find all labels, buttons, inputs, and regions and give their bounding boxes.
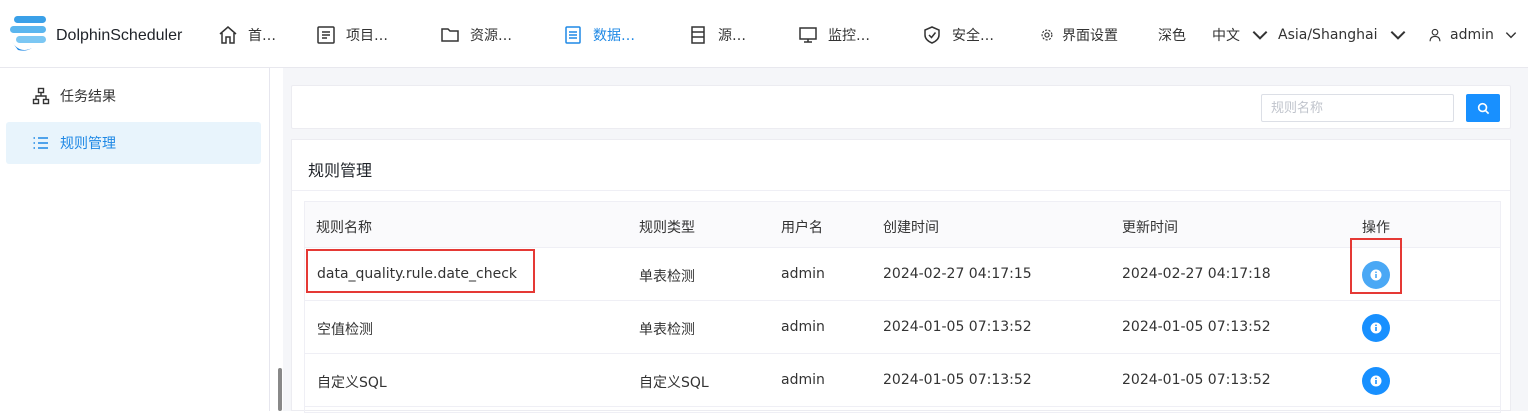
table-row: 自定义SQL 自定义SQL admin 2024-01-05 07:13:52 … <box>305 354 1500 407</box>
column-header-create-time: 创建时间 <box>883 220 939 236</box>
rule-name-search-input[interactable] <box>1261 94 1454 122</box>
column-header-operation: 操作 <box>1362 220 1390 236</box>
rule-table: 规则名称 规则类型 用户名 创建时间 更新时间 操作 data_quality.… <box>304 201 1501 413</box>
column-header-rule-name: 规则名称 <box>316 220 372 236</box>
username-cell: admin <box>781 319 825 335</box>
sidebar-scrollbar[interactable] <box>278 368 282 411</box>
nav-project-label: 项目… <box>346 28 388 44</box>
nav-home[interactable]: 首… <box>218 22 276 48</box>
rule-type-cell: 单表检测 <box>639 269 695 285</box>
rule-name-cell: 自定义SQL <box>317 375 387 391</box>
nav-project[interactable]: 项目… <box>316 22 388 48</box>
ui-settings-label: 界面设置 <box>1062 28 1118 44</box>
chevron-down-icon <box>1505 32 1517 39</box>
nav-monitor[interactable]: 监控… <box>798 22 870 48</box>
column-header-username: 用户名 <box>781 220 823 236</box>
nav-datasource-label: 源… <box>718 28 746 44</box>
shield-icon <box>924 26 940 44</box>
update-time-cell: 2024-01-05 07:13:52 <box>1122 319 1271 335</box>
monitor-icon <box>799 27 817 43</box>
column-header-rule-type: 规则类型 <box>639 220 695 236</box>
nav-security[interactable]: 安全… <box>922 22 994 48</box>
sidebar-item-label: 任务结果 <box>60 89 116 105</box>
timezone-label: Asia/Shanghai <box>1278 27 1378 43</box>
update-time-cell: 2024-01-05 07:13:52 <box>1122 372 1271 388</box>
main-content: 规则管理 规则名称 规则类型 用户名 创建时间 更新时间 操作 data_qua… <box>283 68 1528 413</box>
language-label: 中文 <box>1212 28 1240 44</box>
chevron-down-icon <box>1390 30 1405 40</box>
view-detail-button[interactable] <box>1362 367 1390 395</box>
theme-toggle[interactable]: 深色 <box>1158 22 1186 48</box>
nav-resource-label: 资源… <box>470 28 512 44</box>
nav-home-label: 首… <box>248 28 276 44</box>
user-name: admin <box>1450 27 1494 43</box>
user-icon <box>1429 28 1441 42</box>
info-icon <box>1370 375 1382 387</box>
table-row: 空值检测 单表检测 admin 2024-01-05 07:13:52 2024… <box>305 301 1500 354</box>
highlight-box-detail-button <box>1350 238 1402 294</box>
create-time-cell: 2024-01-05 07:13:52 <box>883 372 1032 388</box>
nav-data-quality[interactable]: 数据… <box>563 22 635 48</box>
sitemap-icon <box>32 87 50 105</box>
app-name: DolphinScheduler <box>56 27 183 44</box>
highlight-box-rule-name <box>306 249 535 293</box>
username-cell: admin <box>781 266 825 282</box>
update-time-cell: 2024-02-27 04:17:18 <box>1122 266 1271 282</box>
home-icon <box>219 26 237 44</box>
nav-security-label: 安全… <box>952 28 994 44</box>
table-header: 规则名称 规则类型 用户名 创建时间 更新时间 操作 <box>305 202 1500 248</box>
nav-ui-settings[interactable]: 界面设置 <box>1040 22 1118 48</box>
username-cell: admin <box>781 372 825 388</box>
search-icon <box>1477 102 1489 114</box>
view-detail-button[interactable] <box>1362 314 1390 342</box>
create-time-cell: 2024-01-05 07:13:52 <box>883 319 1032 335</box>
rule-name-cell: 空值检测 <box>317 322 373 338</box>
user-menu[interactable]: admin <box>1428 22 1526 48</box>
sidebar-item-label: 规则管理 <box>60 136 116 152</box>
sidebar-item-rule-management[interactable]: 规则管理 <box>6 122 261 164</box>
rule-type-cell: 自定义SQL <box>639 375 709 391</box>
search-card <box>291 85 1511 129</box>
folder-icon <box>441 28 459 42</box>
divider <box>292 190 1510 191</box>
column-header-update-time: 更新时间 <box>1122 220 1178 236</box>
sidebar-item-task-result[interactable]: 任务结果 <box>6 75 261 117</box>
nav-resource[interactable]: 资源… <box>440 22 512 48</box>
nav-datasource[interactable]: 源… <box>688 22 746 48</box>
language-select[interactable]: 中文 <box>1212 22 1280 48</box>
chevron-down-icon <box>1252 30 1268 40</box>
data-quality-icon <box>565 26 581 44</box>
card-title: 规则管理 <box>308 161 373 180</box>
info-icon <box>1370 322 1382 334</box>
datasource-icon <box>691 26 705 44</box>
search-button[interactable] <box>1466 94 1500 122</box>
top-navigation-bar: DolphinScheduler 首… 项目… 资源… 数据… 源… 监控… 安… <box>0 0 1528 68</box>
nav-data-quality-label: 数据… <box>593 28 635 44</box>
nav-monitor-label: 监控… <box>828 28 870 44</box>
gear-icon <box>1041 29 1053 41</box>
project-icon <box>317 26 335 44</box>
timezone-select[interactable]: Asia/Shanghai <box>1278 22 1418 48</box>
sidebar: 任务结果 规则管理 <box>0 68 270 411</box>
create-time-cell: 2024-02-27 04:17:15 <box>883 266 1032 282</box>
theme-label: 深色 <box>1158 28 1186 44</box>
rule-type-cell: 单表检测 <box>639 322 695 338</box>
list-icon <box>33 137 48 149</box>
